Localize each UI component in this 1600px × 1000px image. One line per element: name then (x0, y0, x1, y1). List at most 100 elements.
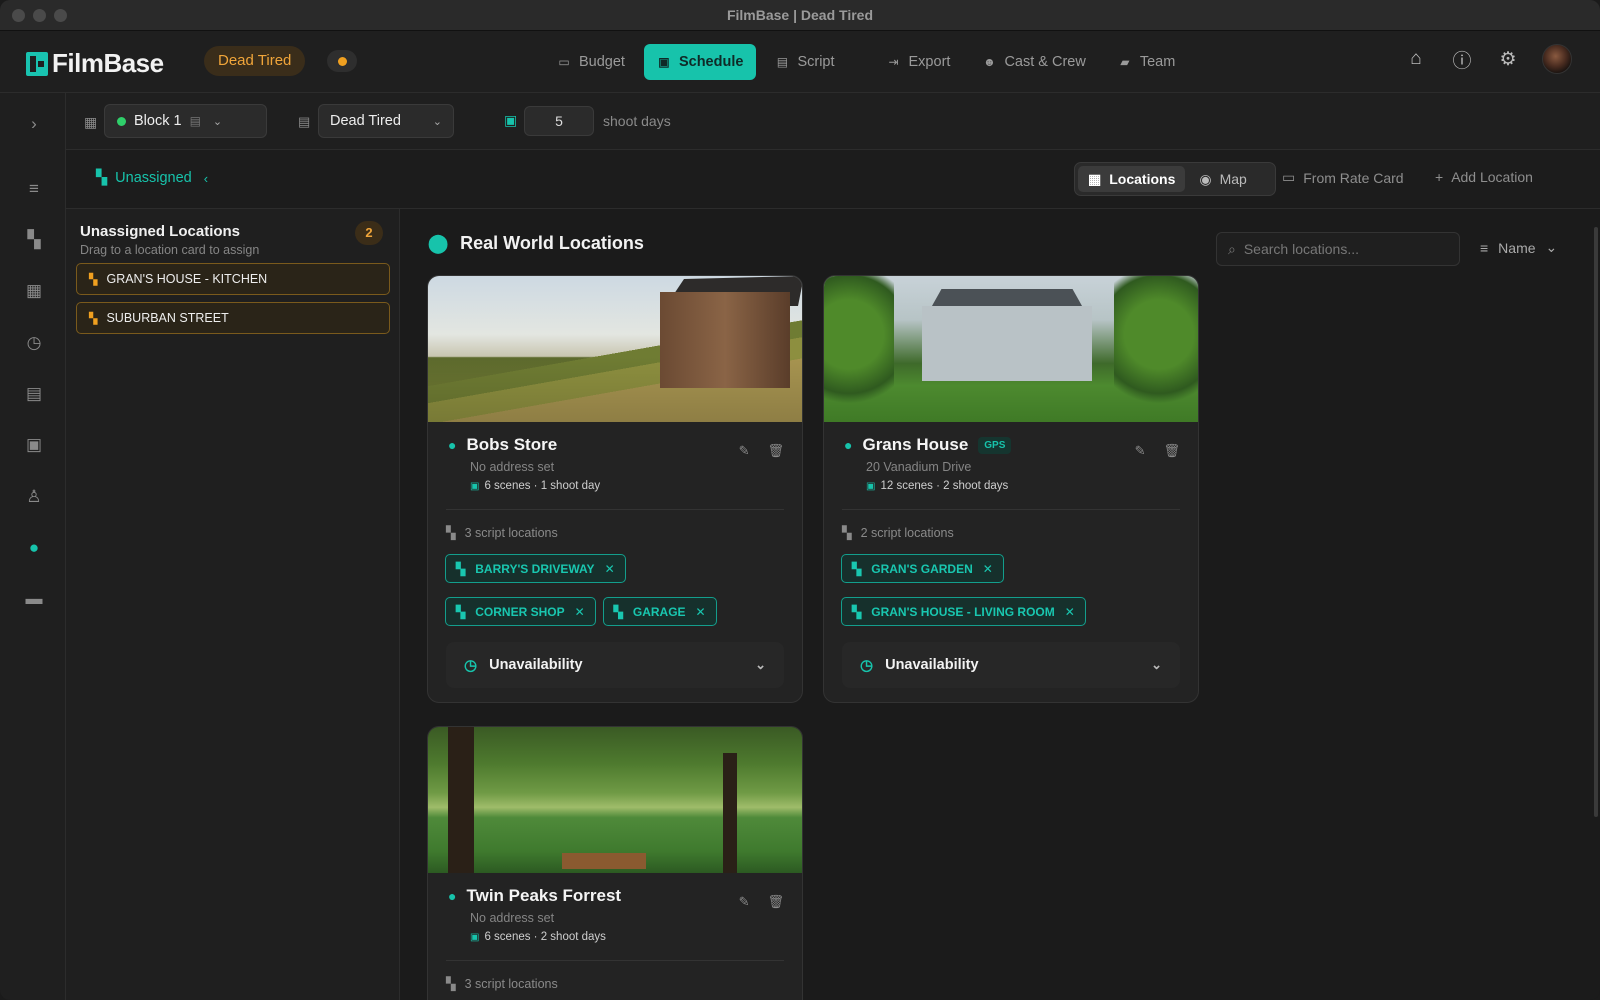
location-card[interactable]: ● Grans House GPS ✎ 🗑 20 Vanadium Drive … (823, 275, 1199, 703)
calendar-icon: ▣ (504, 112, 518, 128)
tab-export[interactable]: ⇥ Export (874, 44, 964, 80)
view-map-button[interactable]: ◉ Map (1189, 166, 1256, 192)
tag-label: BARRY'S DRIVEWAY (475, 561, 595, 576)
divider (446, 960, 784, 961)
project-status-toggle[interactable] (327, 50, 357, 72)
unavailability-accordion[interactable]: ◷ Unavailability ⌄ (446, 642, 784, 688)
from-rate-card-button[interactable]: ▭ From Rate Card (1282, 169, 1404, 186)
unassigned-title: Unassigned Locations (80, 223, 241, 240)
script-location-tag[interactable]: ▚ GARAGE ✕ (602, 597, 717, 626)
location-card[interactable]: ● Twin Peaks Forrest ✎ 🗑 No address set … (427, 726, 803, 1000)
from-rate-card-label: From Rate Card (1303, 169, 1404, 186)
script-locations-count: 3 script locations (464, 525, 558, 540)
edit-icon[interactable]: ✎ (739, 443, 750, 459)
map-pin-icon: ◉ (1199, 170, 1212, 187)
budget-icon: ▭ (558, 55, 570, 69)
logo[interactable]: FilmBase (26, 48, 164, 79)
edit-icon[interactable]: ✎ (739, 894, 750, 910)
section-title: Real World Locations (460, 233, 644, 253)
project-name-badge[interactable]: Dead Tired (204, 46, 306, 76)
scrollbar[interactable] (1594, 227, 1598, 817)
clapper-icon: ▚ (446, 977, 456, 991)
tab-label: Schedule (678, 54, 744, 70)
unassigned-toggle[interactable]: ▚ Unassigned ‹ (96, 170, 208, 186)
clapper-icon: ▚ (89, 273, 98, 286)
clapper-icon: ▚ (89, 312, 98, 325)
tree-shape (1114, 276, 1198, 422)
clipboard-icon[interactable]: ▦ (22, 279, 46, 303)
tab-team[interactable]: ▰ Team (1105, 44, 1188, 80)
status-dot (337, 56, 347, 66)
view-locations-button[interactable]: ▦ Locations (1078, 166, 1186, 192)
location-meta-text: 6 scenes · 2 shoot days (484, 931, 606, 943)
clapper-icon[interactable]: ▚ (22, 228, 46, 252)
remove-tag-icon[interactable]: ✕ (605, 562, 615, 576)
gear-icon[interactable]: ⚙ (1496, 47, 1520, 71)
script-select-value: Dead Tired (330, 113, 401, 129)
gps-badge: GPS (978, 436, 1012, 454)
tab-cast-crew[interactable]: ☻ Cast & Crew (969, 44, 1098, 80)
script-location-tag[interactable]: ▚ BARRY'S DRIVEWAY ✕ (445, 554, 626, 583)
minimize-window-button[interactable] (33, 9, 46, 22)
logo-mark-icon (26, 51, 48, 76)
location-card[interactable]: ● Bobs Store ✎ 🗑 No address set ▣ 6 scen… (427, 275, 803, 703)
trash-icon[interactable]: 🗑 (767, 894, 784, 910)
card-actions: ✎ 🗑 (739, 894, 784, 910)
tree-trunk-shape (448, 727, 474, 873)
unassigned-count-badge: 2 (355, 221, 383, 245)
unassigned-location-item[interactable]: ▚ GRAN'S HOUSE - KITCHEN (76, 263, 390, 295)
search-input[interactable]: ⌕ Search locations... (1216, 232, 1460, 266)
shoot-days-input[interactable]: 5 (524, 106, 594, 136)
avatar[interactable] (1542, 44, 1572, 74)
edit-icon[interactable]: ✎ (1135, 443, 1146, 459)
script-locations-header: ▚ 3 script locations (446, 525, 558, 541)
top-nav: FilmBase Dead Tired ▭ Budget ▣ Schedule … (0, 31, 1600, 93)
clapper-icon: ▚ (446, 526, 456, 540)
trash-icon[interactable]: 🗑 (1163, 443, 1180, 459)
calendar-icon[interactable]: ▤ (22, 382, 46, 406)
zoom-window-button[interactable] (54, 9, 67, 22)
script-locations-count: 2 script locations (860, 525, 954, 540)
remove-tag-icon[interactable]: ✕ (983, 562, 993, 576)
script-location-tag[interactable]: ▚ CORNER SHOP ✕ (445, 597, 596, 626)
location-pin-icon[interactable]: ● (22, 536, 46, 560)
unassigned-location-item[interactable]: ▚ SUBURBAN STREET (76, 302, 390, 334)
left-rail: › ≡ ▚ ▦ ◷ ▤ ▣ ♙ ● ▬ (0, 93, 66, 1000)
clock-calendar-icon[interactable]: ◷ (22, 331, 46, 355)
location-address: No address set (470, 460, 555, 474)
card-name-row: ● Twin Peaks Forrest (448, 886, 621, 906)
script-location-tag[interactable]: ▚ GRAN'S HOUSE - LIVING ROOM ✕ (841, 597, 1086, 626)
unavailability-accordion[interactable]: ◷ Unavailability ⌄ (842, 642, 1180, 688)
remove-tag-icon[interactable]: ✕ (696, 605, 706, 619)
unassigned-toggle-label: Unassigned (115, 170, 192, 186)
divider (842, 509, 1180, 510)
car-icon[interactable]: ▬ (22, 587, 46, 611)
script-select[interactable]: Dead Tired ⌄ (318, 104, 454, 138)
clapper-icon: ▚ (842, 526, 852, 540)
tab-schedule[interactable]: ▣ Schedule (643, 44, 757, 80)
trash-icon[interactable]: 🗑 (767, 443, 784, 459)
calendar-stack-icon[interactable]: ▣ (22, 433, 46, 457)
list-icon[interactable]: ≡ (22, 177, 46, 201)
unassigned-subtitle: Drag to a location card to assign (80, 243, 260, 257)
block-select[interactable]: Block 1 ▤ ⌄ (104, 104, 267, 138)
unassigned-panel: Unassigned Locations Drag to a location … (66, 209, 400, 1000)
script-location-tag[interactable]: ▚ GRAN'S GARDEN ✕ (841, 554, 1004, 583)
card-actions: ✎ 🗑 (1135, 443, 1180, 459)
home-icon[interactable]: ⌂ (1404, 47, 1428, 71)
script-location-tags: ▚ BARRY'S DRIVEWAY ✕ ▚ CORNER SHOP ✕ ▚ G… (445, 554, 785, 626)
close-window-button[interactable] (12, 9, 25, 22)
remove-tag-icon[interactable]: ✕ (575, 605, 585, 619)
remove-tag-icon[interactable]: ✕ (1065, 605, 1075, 619)
add-location-button[interactable]: + Add Location (1435, 169, 1533, 185)
expand-chevron-icon[interactable]: › (22, 112, 46, 136)
calendar-clock-icon: ◷ (860, 657, 874, 674)
sort-select[interactable]: ≡ Name ⌄ (1480, 239, 1557, 256)
help-icon[interactable]: ⓘ (1450, 47, 1474, 72)
tab-script[interactable]: ▤ Script (762, 44, 847, 80)
location-meta: ▣ 6 scenes · 2 shoot days (470, 931, 606, 943)
location-pin-icon: ● (448, 888, 457, 904)
calendar-clock-icon: ◷ (464, 657, 478, 674)
person-badge-icon[interactable]: ♙ (22, 485, 46, 509)
tab-budget[interactable]: ▭ Budget (544, 44, 638, 80)
